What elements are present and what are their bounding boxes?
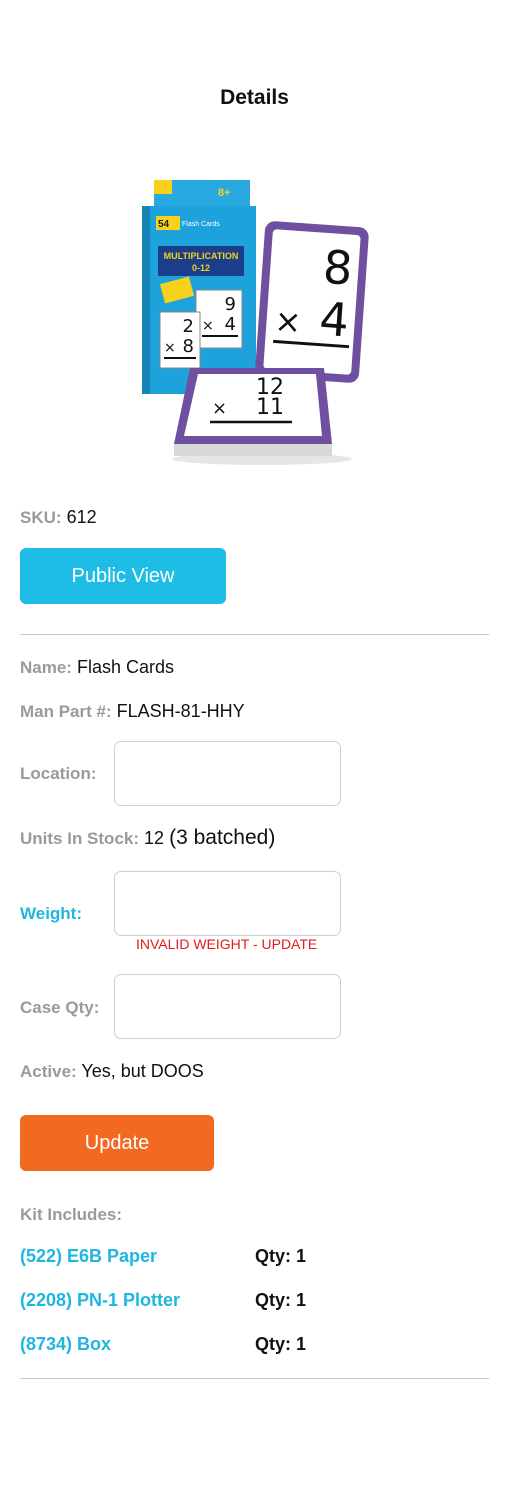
- box-count: 54: [158, 219, 170, 230]
- public-view-button[interactable]: Public View: [20, 548, 226, 604]
- units-in-stock-row: Units In Stock: 12 (3 batched): [20, 826, 275, 851]
- man-part-label: Man Part #:: [20, 702, 112, 721]
- weight-input[interactable]: [114, 871, 341, 936]
- active-label: Active:: [20, 1062, 77, 1081]
- kit-item-link[interactable]: (522) E6B Paper: [20, 1246, 157, 1267]
- sku-label: SKU:: [20, 508, 62, 527]
- active-row: Active: Yes, but DOOS: [20, 1059, 204, 1084]
- sku-row: SKU: 612: [20, 505, 97, 530]
- kit-includes-row: Kit Includes:: [20, 1202, 122, 1227]
- weight-label: Weight:: [20, 904, 83, 923]
- box-subtitle: 0-12: [192, 263, 210, 273]
- svg-text:9: 9: [225, 294, 236, 315]
- box-title: MULTIPLICATION: [164, 251, 239, 261]
- flash-card-standing: 8 × 4: [255, 221, 369, 383]
- svg-text:2: 2: [183, 316, 194, 337]
- box-age: 8+: [218, 187, 231, 199]
- box-brand: Flash Cards: [182, 221, 220, 228]
- svg-text:×: ×: [273, 301, 302, 341]
- name-value: Flash Cards: [76, 657, 175, 677]
- kit-item-link[interactable]: (8734) Box: [20, 1334, 111, 1355]
- location-input[interactable]: [114, 741, 341, 806]
- kit-item-qty: Qty: 1: [255, 1246, 307, 1266]
- case-qty-input[interactable]: [114, 974, 341, 1039]
- svg-text:×: ×: [202, 318, 214, 334]
- kit-item-link[interactable]: (2208) PN-1 Plotter: [20, 1290, 180, 1311]
- name-label: Name:: [20, 658, 72, 677]
- svg-text:8: 8: [183, 336, 194, 357]
- kit-includes-label: Kit Includes:: [20, 1205, 123, 1224]
- update-button[interactable]: Update: [20, 1115, 214, 1171]
- units-in-stock-value: 12: [144, 828, 165, 848]
- svg-text:×: ×: [212, 398, 227, 419]
- weight-row: Weight:: [20, 901, 82, 926]
- man-part-row: Man Part #: FLASH-81-HHY: [20, 699, 245, 724]
- flash-card-stack: 12 × 11: [174, 368, 332, 456]
- svg-text:11: 11: [256, 395, 284, 420]
- man-part-value: FLASH-81-HHY: [116, 701, 245, 721]
- location-row: Location:: [20, 761, 97, 786]
- case-qty-label: Case Qty:: [20, 998, 100, 1017]
- svg-text:8: 8: [321, 240, 354, 296]
- svg-text:×: ×: [164, 340, 176, 356]
- svg-text:4: 4: [225, 314, 236, 335]
- sku-value: 612: [66, 507, 97, 527]
- weight-error-message: INVALID WEIGHT - UPDATE: [136, 936, 318, 952]
- units-batched: (3 batched): [169, 826, 276, 849]
- active-value: Yes, but DOOS: [81, 1061, 204, 1081]
- units-in-stock-label: Units In Stock:: [20, 829, 140, 848]
- location-label: Location:: [20, 764, 97, 783]
- divider: [20, 634, 489, 635]
- case-qty-row: Case Qty:: [20, 995, 99, 1020]
- svg-text:4: 4: [318, 292, 351, 348]
- kit-item-qty: Qty: 1: [255, 1334, 307, 1354]
- name-row: Name: Flash Cards: [20, 655, 174, 680]
- flash-card-box: 54 Flash Cards 8+ MULTIPLICATION 0-12 9 …: [142, 180, 256, 394]
- product-image: 54 Flash Cards 8+ MULTIPLICATION 0-12 9 …: [142, 180, 369, 465]
- kit-item-qty: Qty: 1: [255, 1290, 307, 1310]
- divider: [20, 1378, 489, 1379]
- page-title: Details: [220, 86, 289, 109]
